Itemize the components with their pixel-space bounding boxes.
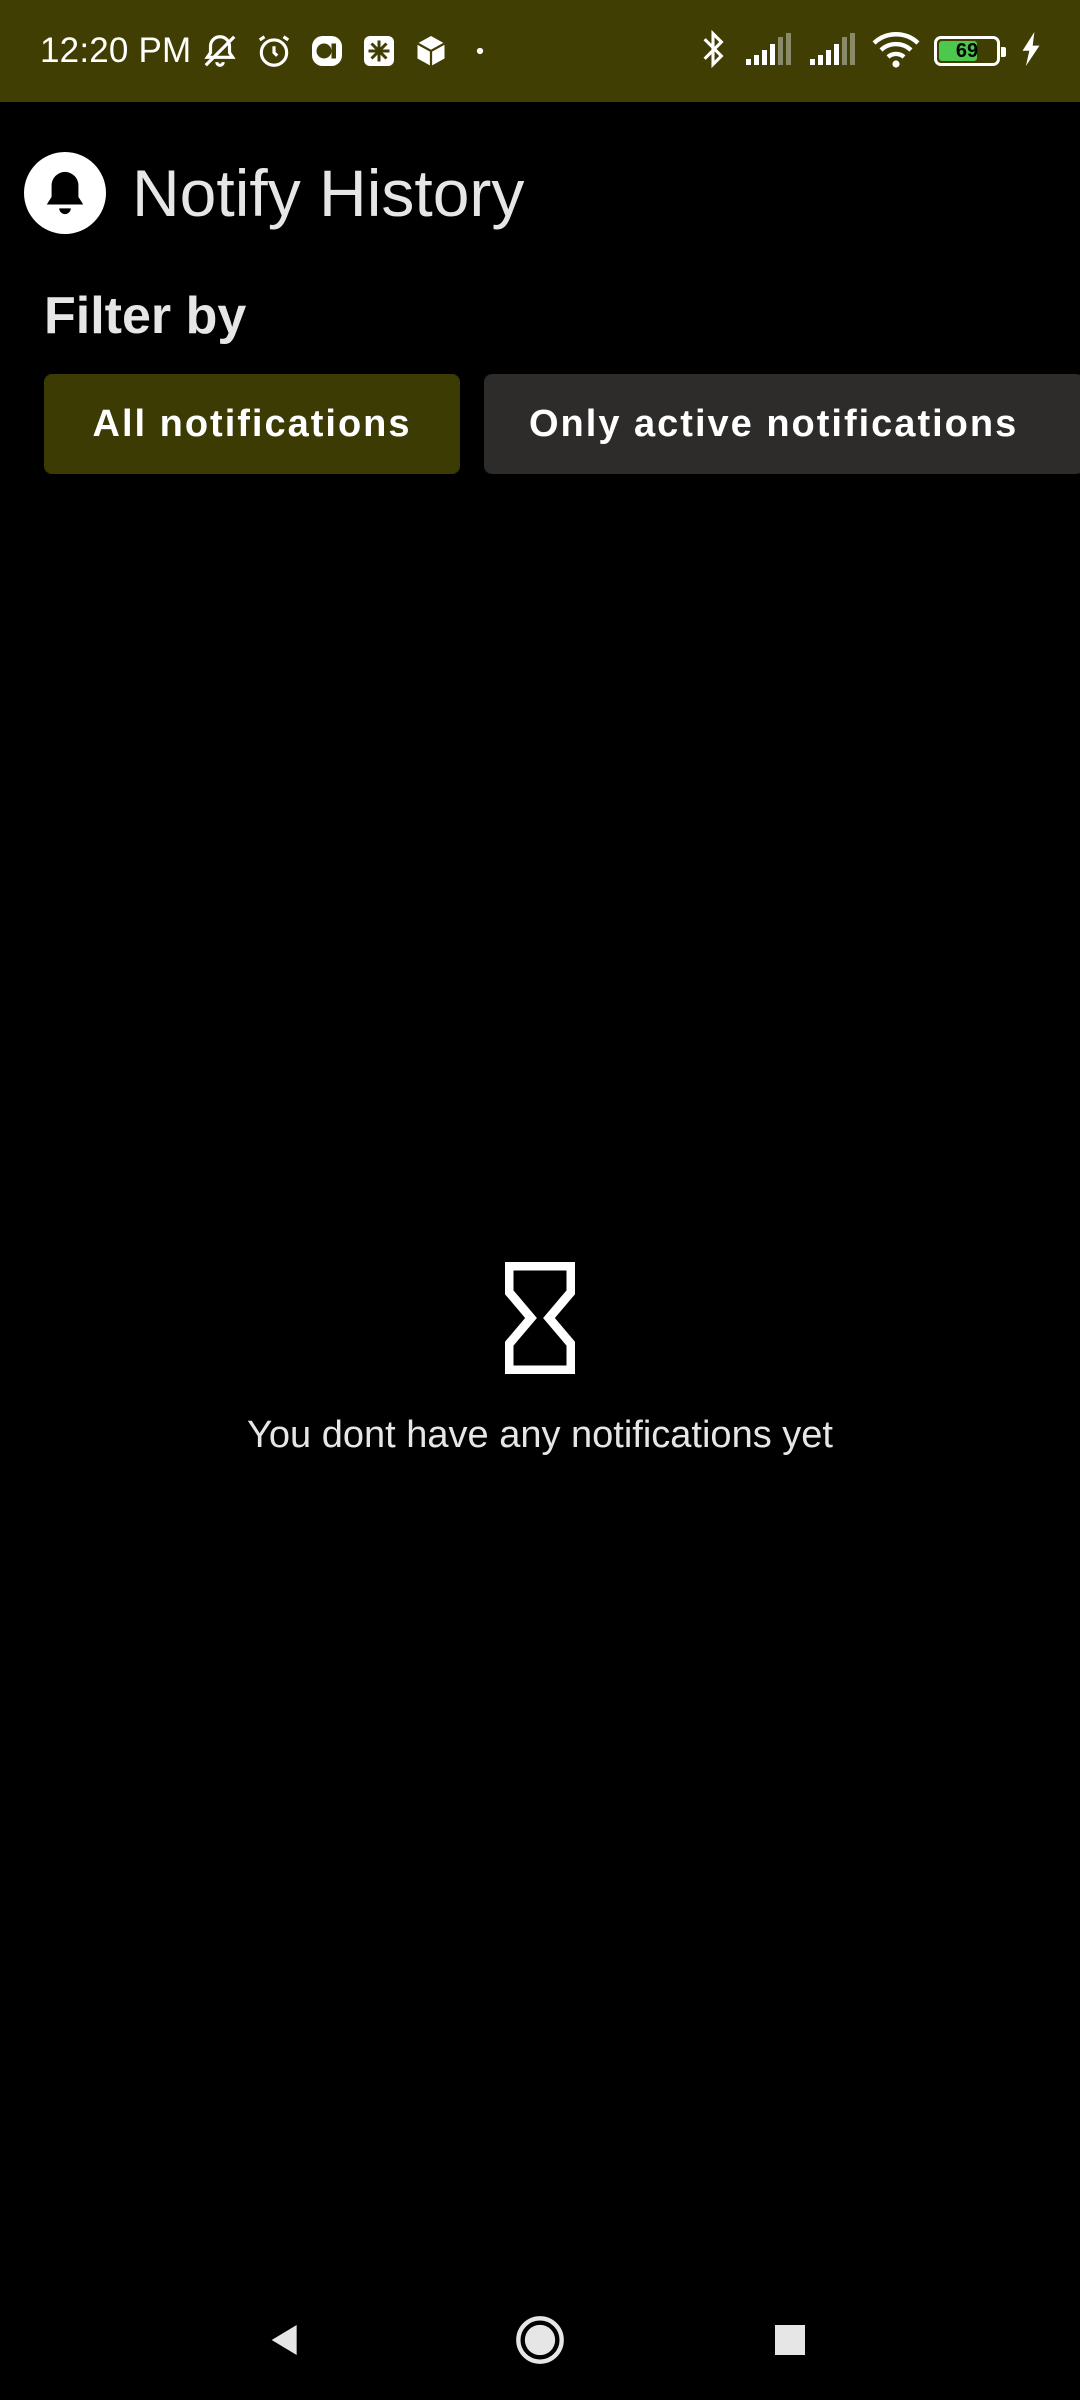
status-time: 12:20 PM — [40, 31, 192, 70]
signal-icon — [744, 31, 794, 72]
charging-icon — [1020, 31, 1042, 71]
status-bar: 12:20 PM 69 — [0, 0, 1080, 102]
empty-state-message: You dont have any notifications yet — [247, 1414, 833, 1456]
app-icon — [361, 33, 397, 69]
filter-chip-all-notifications[interactable]: All notifications — [44, 374, 460, 474]
filter-label: Filter by — [44, 287, 247, 345]
app-header: Notify History — [24, 148, 524, 238]
bell-off-icon — [201, 32, 239, 70]
signal-icon — [808, 31, 858, 72]
back-icon[interactable] — [225, 2280, 345, 2400]
battery-level: 69 — [955, 39, 979, 62]
navigation-bar — [0, 2280, 1080, 2400]
filter-chips: All notifications Only active notificati… — [44, 374, 1080, 474]
package-icon — [413, 33, 449, 69]
home-icon[interactable] — [480, 2280, 600, 2400]
dot-icon — [465, 36, 495, 66]
wifi-icon — [872, 29, 920, 74]
hourglass-icon — [504, 1261, 576, 1375]
page-title: Notify History — [132, 156, 525, 230]
filter-chip-active-notifications[interactable]: Only active notifications — [484, 374, 1080, 474]
status-right-icons: 69 — [696, 28, 1042, 75]
app-icon — [309, 33, 345, 69]
recents-icon[interactable] — [730, 2280, 850, 2400]
status-left-icons — [201, 32, 495, 70]
battery-icon: 69 — [934, 36, 1006, 66]
bluetooth-icon — [696, 28, 730, 75]
alarm-icon — [255, 32, 293, 70]
bell-icon — [24, 152, 106, 234]
